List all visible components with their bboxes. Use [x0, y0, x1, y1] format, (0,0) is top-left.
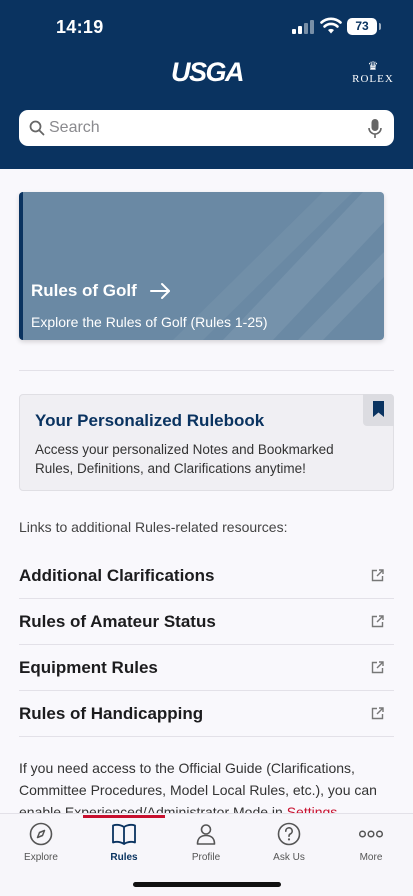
tab-ask-us[interactable]: Ask Us [257, 822, 321, 863]
resource-link-handicapping[interactable]: Rules of Handicapping [19, 691, 394, 737]
rules-of-golf-card[interactable]: Rules of Golf Explore the Rules of Golf … [19, 192, 384, 340]
tab-label: Ask Us [273, 852, 305, 863]
links-intro-text: Links to additional Rules-related resour… [19, 519, 288, 535]
rulebook-description: Access your personalized Notes and Bookm… [35, 442, 334, 476]
resource-label: Additional Clarifications [19, 566, 215, 585]
search-icon [29, 120, 45, 136]
external-link-icon [371, 569, 384, 582]
rolex-logo: ♛ ROLEX [350, 60, 396, 85]
tab-more[interactable]: More [339, 822, 403, 863]
rulebook-title: Your Personalized Rulebook [35, 411, 265, 430]
resource-label: Rules of Handicapping [19, 704, 204, 723]
resource-link-amateur-status[interactable]: Rules of Amateur Status [19, 599, 394, 645]
book-icon [112, 823, 136, 845]
tab-profile[interactable]: Profile [174, 822, 238, 863]
tab-label: Rules [110, 852, 138, 863]
bookmark-tab[interactable] [363, 394, 394, 426]
external-link-icon [371, 707, 384, 720]
external-link-icon [371, 615, 384, 628]
resource-label: Rules of Amateur Status [19, 612, 216, 631]
external-link-icon [371, 661, 384, 674]
usga-logo: USGA [170, 57, 245, 87]
tab-explore[interactable]: Explore [9, 822, 73, 863]
hero-title: Rules of Golf [31, 281, 137, 300]
search-input[interactable] [49, 116, 369, 140]
hero-description: Explore the Rules of Golf (Rules 1-25) [31, 314, 268, 330]
tab-label: Explore [24, 852, 58, 863]
resource-link-equipment-rules[interactable]: Equipment Rules [19, 645, 394, 691]
wifi-icon [320, 17, 342, 34]
compass-icon [29, 822, 53, 846]
question-icon [277, 822, 301, 846]
active-tab-indicator [83, 815, 165, 818]
microphone-icon[interactable] [367, 118, 383, 140]
resource-link-additional-clarifications[interactable]: Additional Clarifications [19, 553, 394, 599]
sponsor-wordmark: ROLEX [352, 73, 394, 85]
tab-rules[interactable]: Rules [92, 822, 156, 863]
status-time: 14:19 [56, 17, 104, 37]
resource-label: Equipment Rules [19, 658, 158, 677]
battery-indicator: 73 [347, 18, 381, 35]
search-bar[interactable] [19, 110, 394, 146]
status-bar: 14:19 73 [0, 0, 413, 55]
ellipsis-icon [358, 830, 384, 838]
section-divider [19, 370, 394, 371]
cellular-signal-icon [292, 20, 314, 34]
resource-list: Additional Clarifications Rules of Amate… [19, 553, 394, 737]
crown-icon: ♛ [367, 59, 379, 73]
tab-label: More [359, 852, 383, 863]
person-icon [196, 824, 216, 845]
app-header: 14:19 73 USGA ♛ ROLEX [0, 0, 413, 169]
home-indicator [133, 882, 281, 887]
tab-label: Profile [191, 852, 221, 863]
personalized-rulebook-card[interactable]: Your Personalized Rulebook Access your p… [19, 394, 394, 491]
bookmark-icon [373, 401, 384, 417]
arrow-right-icon [150, 283, 170, 299]
